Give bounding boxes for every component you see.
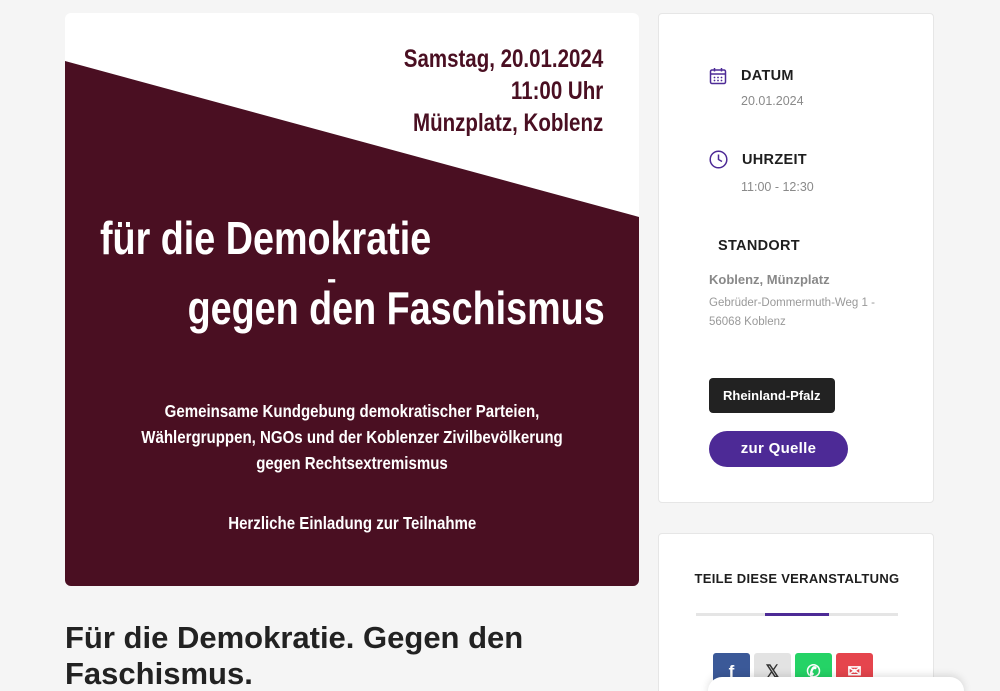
poster-time: 11:00 Uhr bbox=[510, 77, 603, 105]
poster-invitation: Herzliche Einladung zur Teilnahme bbox=[65, 513, 639, 534]
poster-headline-1: für die Demokratie bbox=[100, 212, 432, 264]
poster-place: Münzplatz, Koblenz bbox=[412, 109, 603, 137]
poster-headline-2: gegen den Faschismus bbox=[187, 282, 605, 334]
poster-subtext: Gemeinsame Kundgebung demokratischer Par… bbox=[65, 398, 639, 476]
location-name: Koblenz, Münzplatz bbox=[709, 272, 830, 287]
date-label: DATUM bbox=[741, 68, 794, 84]
time-row: UHRZEIT bbox=[709, 150, 807, 169]
poster-subtext-line: Gemeinsame Kundgebung demokratischer Par… bbox=[164, 401, 540, 421]
poster-datetime: Samstag, 20.01.2024 11:00 Uhr Münzplatz,… bbox=[404, 43, 603, 139]
event-info-card: DATUM 20.01.2024 UHRZEIT 11:00 - 12:30 S… bbox=[658, 13, 934, 503]
share-title: TEILE DIESE VERANSTALTUNG bbox=[694, 571, 900, 586]
time-value: 11:00 - 12:30 bbox=[741, 180, 814, 194]
date-row: DATUM bbox=[709, 67, 794, 85]
poster-subtext-line: gegen Rechtsextremismus bbox=[256, 453, 448, 473]
poster-date: Samstag, 20.01.2024 bbox=[403, 45, 603, 73]
clock-icon bbox=[709, 150, 728, 169]
floating-panel[interactable] bbox=[708, 677, 964, 691]
location-label: STANDORT bbox=[718, 238, 800, 254]
calendar-icon bbox=[709, 68, 727, 85]
location-address: Gebrüder-Dommermuth-Weg 1 - 56068 Koblen… bbox=[709, 297, 875, 328]
poster-subtext-line: Wählergruppen, NGOs und der Koblenzer Zi… bbox=[141, 427, 563, 447]
region-tag[interactable]: Rheinland-Pfalz bbox=[709, 378, 835, 413]
event-poster: Samstag, 20.01.2024 11:00 Uhr Münzplatz,… bbox=[65, 13, 639, 586]
share-divider-accent bbox=[765, 613, 829, 616]
date-value: 20.01.2024 bbox=[741, 94, 804, 108]
poster-invitation-text: Herzliche Einladung zur Teilnahme bbox=[227, 513, 477, 533]
time-label: UHRZEIT bbox=[742, 151, 807, 168]
source-button[interactable]: zur Quelle bbox=[709, 431, 848, 467]
page-title: Für die Demokratie. Gegen den Faschismus… bbox=[65, 620, 524, 691]
share-card: TEILE DIESE VERANSTALTUNG f 𝕏 ✆ ✉ bbox=[658, 533, 934, 691]
